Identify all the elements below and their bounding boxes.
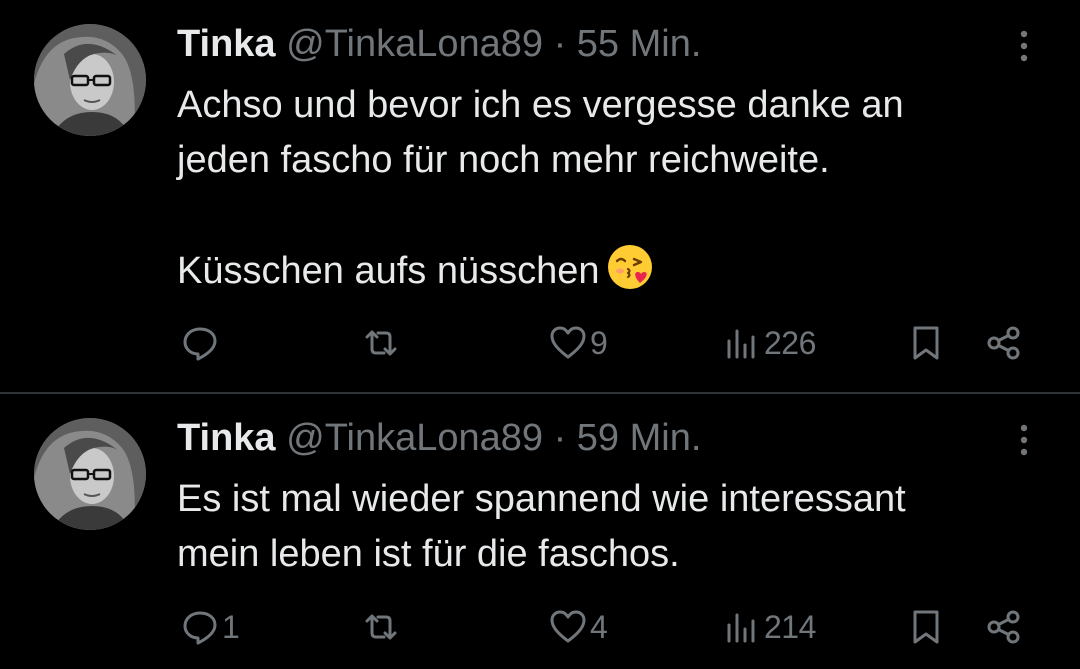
tweet-text: Achso und bevor ich es vergesse danke an… — [177, 78, 1037, 299]
like-button[interactable]: 4 — [548, 602, 608, 652]
timestamp[interactable]: 55 Min. — [577, 23, 702, 65]
author-handle[interactable]: @TinkaLona89 — [286, 23, 543, 65]
like-button[interactable]: 9 — [548, 318, 608, 368]
tweet-text-content: Es ist mal wieder spannend wie interessa… — [177, 478, 906, 575]
more-options-button[interactable] — [1004, 26, 1044, 66]
tweet[interactable]: Tinka @TinkaLona89 · 55 Min. Achso und b… — [0, 0, 1080, 393]
share-icon — [987, 610, 1020, 644]
timestamp[interactable]: 59 Min. — [577, 417, 702, 459]
views-chart-icon — [727, 613, 755, 643]
tweet[interactable]: Tinka @TinkaLona89 · 59 Min. Es ist mal … — [0, 394, 1080, 669]
heart-icon — [550, 610, 586, 643]
bookmark-icon — [913, 326, 939, 360]
reply-count: 1 — [222, 608, 240, 645]
tweet-header: Tinka @TinkaLona89 · 55 Min. — [177, 22, 701, 66]
header-separator: · — [553, 417, 567, 459]
reply-icon — [183, 611, 217, 645]
share-button[interactable] — [984, 602, 1024, 652]
views-count: 214 — [764, 608, 816, 645]
author-name[interactable]: Tinka — [177, 23, 276, 65]
tweet-text: Es ist mal wieder spannend wie interessa… — [177, 472, 1037, 582]
reply-button[interactable]: 1 — [180, 602, 240, 652]
more-options-button[interactable] — [1004, 420, 1044, 460]
face-blowing-a-kiss-icon — [607, 245, 652, 289]
heart-icon — [550, 326, 586, 359]
tweet-actions: 9 226 — [0, 318, 1080, 368]
views-button[interactable]: 226 — [722, 318, 816, 368]
share-button[interactable] — [984, 318, 1024, 368]
bookmark-button[interactable] — [906, 318, 946, 368]
retweet-button[interactable] — [361, 318, 403, 368]
tweet-feed: Tinka @TinkaLona89 · 55 Min. Achso und b… — [0, 0, 1080, 669]
retweet-icon — [365, 330, 397, 356]
reply-icon — [183, 327, 217, 361]
views-chart-icon — [727, 329, 755, 359]
bookmark-icon — [913, 610, 939, 644]
avatar-photo-icon — [34, 24, 146, 136]
tweet-actions: 1 4 214 — [0, 602, 1080, 652]
bookmark-button[interactable] — [906, 602, 946, 652]
more-vertical-icon — [1020, 424, 1028, 456]
share-icon — [987, 326, 1020, 360]
like-count: 4 — [590, 608, 608, 645]
author-avatar[interactable] — [34, 24, 146, 136]
header-separator: · — [553, 23, 567, 65]
author-handle[interactable]: @TinkaLona89 — [286, 417, 543, 459]
reply-button[interactable] — [180, 318, 222, 368]
like-count: 9 — [590, 324, 608, 361]
retweet-button[interactable] — [361, 602, 403, 652]
tweet-header: Tinka @TinkaLona89 · 59 Min. — [177, 416, 701, 460]
views-button[interactable]: 214 — [722, 602, 816, 652]
author-avatar[interactable] — [34, 418, 146, 530]
more-vertical-icon — [1020, 30, 1028, 62]
views-count: 226 — [764, 324, 816, 361]
retweet-icon — [365, 614, 397, 640]
avatar-photo-icon — [34, 418, 146, 530]
tweet-text-content: Achso und bevor ich es vergesse danke an… — [177, 84, 904, 292]
author-name[interactable]: Tinka — [177, 417, 276, 459]
